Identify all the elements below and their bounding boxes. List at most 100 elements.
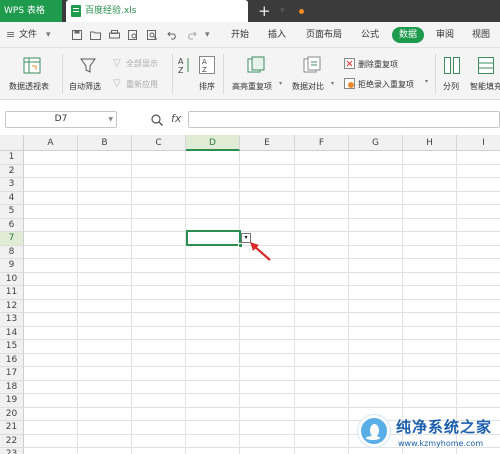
- row-header-15[interactable]: 15: [0, 340, 24, 354]
- row-header-10[interactable]: 10: [0, 272, 24, 286]
- sort-label: 排序: [199, 82, 215, 91]
- zoom-search-icon[interactable]: [151, 114, 163, 126]
- watermark: 纯净系统之家 www.kzmyhome.com: [356, 412, 500, 454]
- menu-view[interactable]: 视图: [472, 22, 490, 48]
- filter-icon: [80, 58, 96, 73]
- remove-duplicates-icon: [344, 58, 355, 69]
- row-header-22[interactable]: 22: [0, 434, 24, 448]
- column-header-g[interactable]: G: [349, 135, 403, 151]
- row-gridline: [24, 393, 500, 394]
- row-header-3[interactable]: 3: [0, 178, 24, 192]
- name-box[interactable]: D7 ▼: [5, 111, 117, 128]
- watermark-logo: [358, 415, 390, 447]
- row-header-11[interactable]: 11: [0, 286, 24, 300]
- row-header-2[interactable]: 2: [0, 164, 24, 178]
- spreadsheet-grid[interactable]: A B C D E F G H I 1 2 3 4 5 6 7 8 9 10 11 12 13 14 15 16 17 18 19 20…: [0, 135, 500, 454]
- row-gridline: [24, 352, 500, 354]
- print-preview-icon[interactable]: [128, 30, 139, 40]
- formula-input[interactable]: [188, 111, 500, 128]
- row-header-1[interactable]: 1: [0, 151, 24, 165]
- reapply-label: 重新应用: [126, 80, 158, 89]
- row-gridline: [24, 298, 500, 300]
- data-ribbon: 数据透视表 自动筛选 ▽ 全部显示 ▽ 重新应用 AZ AZ 排序 高亮重复项 …: [0, 48, 500, 100]
- split-columns-label: 分列: [443, 82, 459, 91]
- highlight-duplicates-arrow-icon: ▾: [279, 80, 283, 87]
- row-header-9[interactable]: 9: [0, 259, 24, 273]
- hamburger-icon[interactable]: ≡: [6, 28, 15, 42]
- row-gridline: [24, 325, 500, 327]
- print-icon[interactable]: [109, 30, 120, 40]
- row-header-5[interactable]: 5: [0, 205, 24, 219]
- title-bar: WPS 表格 百度经验.xls ▾ +: [0, 0, 500, 22]
- row-gridline: [24, 177, 500, 178]
- column-gridline: [294, 151, 295, 454]
- name-box-value: D7: [54, 114, 68, 124]
- column-header-h[interactable]: H: [403, 135, 457, 151]
- column-header-c[interactable]: C: [132, 135, 186, 151]
- row-gridline: [24, 312, 500, 313]
- row-header-12[interactable]: 12: [0, 299, 24, 313]
- app-tab[interactable]: WPS 表格: [0, 0, 62, 22]
- menu-page-layout[interactable]: 页面布局: [306, 22, 342, 48]
- select-all-corner[interactable]: [0, 135, 24, 151]
- row-gridline: [24, 163, 500, 165]
- column-header-i[interactable]: I: [457, 135, 500, 151]
- split-columns-icon: [444, 57, 460, 74]
- row-header-23[interactable]: 23: [0, 448, 24, 454]
- ribbon-divider: [172, 54, 173, 94]
- row-header-6[interactable]: 6: [0, 218, 24, 232]
- row-header-13[interactable]: 13: [0, 313, 24, 327]
- smart-fill-icon: [478, 57, 494, 74]
- quick-access-more-icon[interactable]: ▾: [205, 22, 210, 48]
- fill-handle[interactable]: [238, 243, 243, 248]
- reject-duplicates-label: 拒绝录入重复项: [358, 80, 414, 89]
- row-header-4[interactable]: 4: [0, 191, 24, 205]
- watermark-title: 纯净系统之家: [396, 418, 493, 436]
- menu-review[interactable]: 审阅: [436, 22, 454, 48]
- row-header-18[interactable]: 18: [0, 380, 24, 394]
- name-box-arrow-icon[interactable]: ▼: [108, 112, 113, 127]
- fx-icon[interactable]: fx: [171, 112, 181, 125]
- row-gridline: [24, 271, 500, 273]
- undo-icon[interactable]: [167, 30, 178, 40]
- ribbon-divider: [62, 54, 63, 94]
- file-menu[interactable]: 文件: [19, 22, 37, 48]
- save-icon[interactable]: [72, 30, 82, 40]
- svg-text:Z: Z: [202, 66, 207, 74]
- red-pointer-arrow-icon: [250, 242, 271, 261]
- selected-cell-d7[interactable]: [186, 230, 243, 248]
- find-icon[interactable]: [147, 30, 158, 40]
- column-header-a[interactable]: A: [24, 135, 78, 151]
- ribbon-divider: [223, 54, 224, 94]
- row-header-7[interactable]: 7: [0, 232, 24, 246]
- data-compare-arrow-icon: ▾: [331, 80, 335, 87]
- highlight-duplicates-label: 高亮重复项: [232, 82, 272, 91]
- column-gridline: [348, 151, 349, 454]
- column-header-d[interactable]: D: [186, 135, 240, 151]
- row-gridline: [24, 366, 500, 367]
- row-header-8[interactable]: 8: [0, 245, 24, 259]
- row-header-21[interactable]: 21: [0, 421, 24, 435]
- menu-data[interactable]: 数据: [392, 27, 424, 43]
- document-tab[interactable]: 百度经验.xls ▾: [66, 0, 304, 22]
- folder-icon[interactable]: [90, 30, 101, 40]
- column-gridline: [77, 151, 78, 454]
- column-header-b[interactable]: B: [78, 135, 132, 151]
- row-header-19[interactable]: 19: [0, 394, 24, 408]
- row-header-17[interactable]: 17: [0, 367, 24, 381]
- tab-menu-icon[interactable]: ▾: [280, 0, 285, 22]
- row-header-16[interactable]: 16: [0, 353, 24, 367]
- column-gridline: [402, 151, 403, 454]
- menu-home[interactable]: 开始: [231, 22, 249, 48]
- redo-icon[interactable]: [186, 30, 197, 40]
- column-header-f[interactable]: F: [295, 135, 349, 151]
- ribbon-divider: [435, 54, 436, 94]
- menu-insert[interactable]: 插入: [268, 22, 286, 48]
- new-tab-button[interactable]: +: [258, 0, 271, 22]
- data-compare-label: 数据对比: [292, 82, 324, 91]
- file-menu-arrow-icon[interactable]: ▾: [46, 22, 51, 48]
- row-header-20[interactable]: 20: [0, 407, 24, 421]
- menu-formulas[interactable]: 公式: [361, 22, 379, 48]
- column-header-e[interactable]: E: [240, 135, 295, 151]
- row-header-14[interactable]: 14: [0, 326, 24, 340]
